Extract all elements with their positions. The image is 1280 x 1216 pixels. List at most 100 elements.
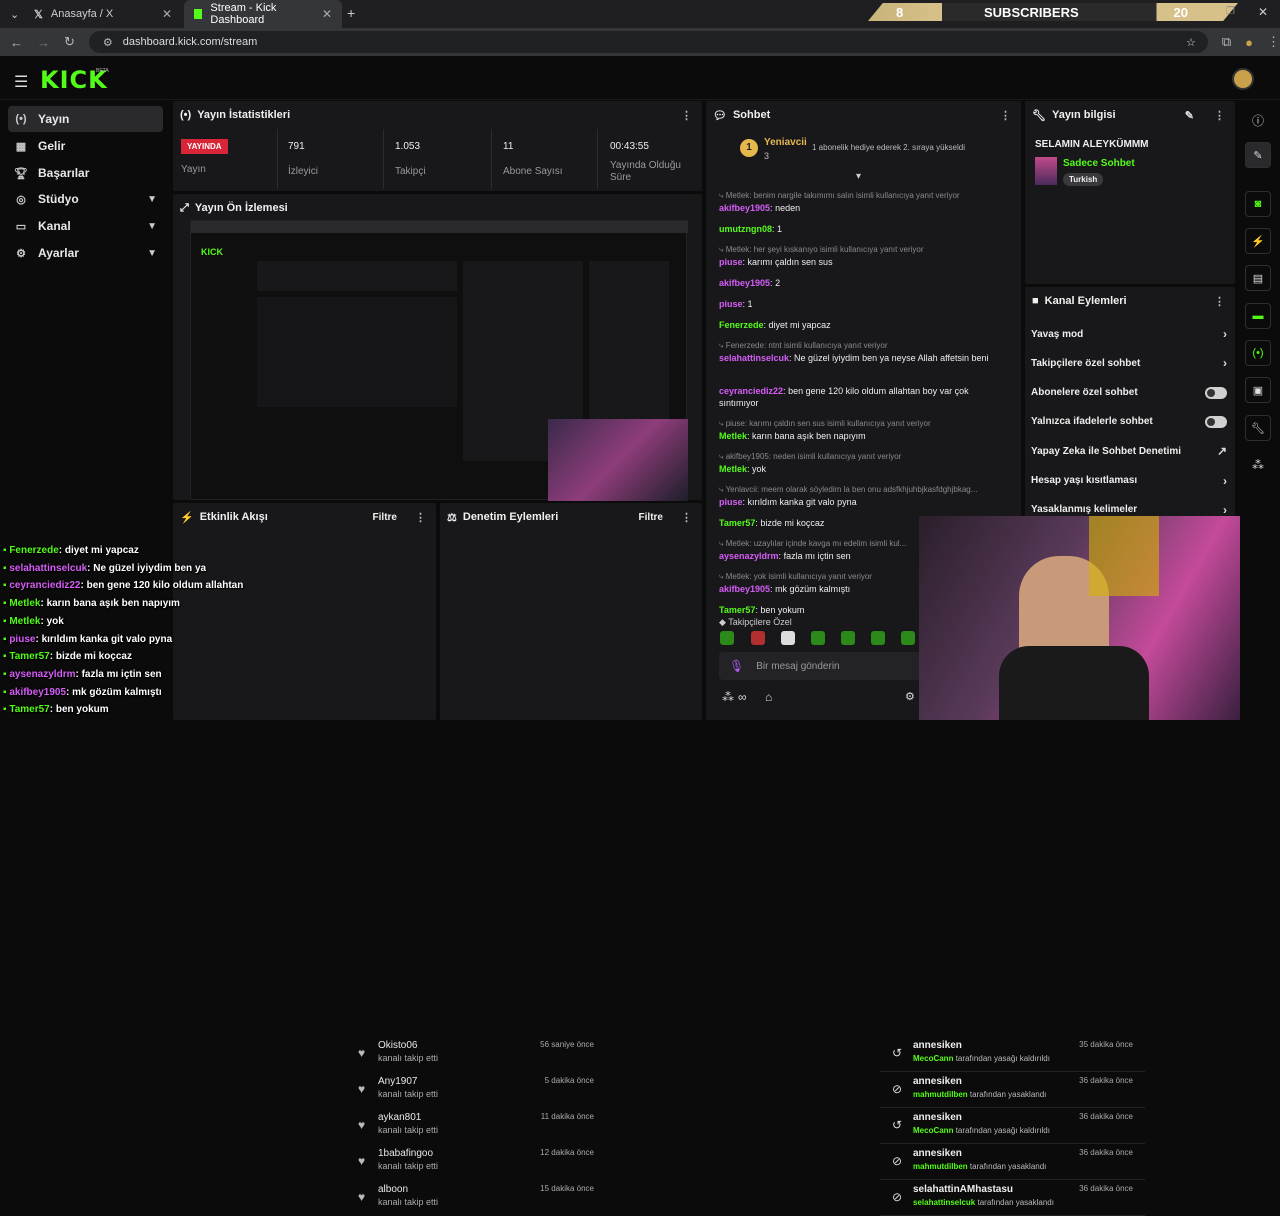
sidebar-item-studyo[interactable]: ◎ Stüdyo ▼ <box>8 186 163 212</box>
moderation-actor[interactable]: MecoCann <box>913 1126 953 1135</box>
emote-icon[interactable] <box>781 631 795 645</box>
tab-search-button[interactable]: ⌄ <box>0 0 24 28</box>
chat-settings-icon[interactable]: ⚙ <box>905 690 915 703</box>
chat-message[interactable]: Metlek: karın bana aşık ben napıyım <box>719 430 1009 442</box>
filter-button[interactable]: Filtre <box>373 512 397 523</box>
chat-message[interactable]: piuse: 1 <box>719 298 1009 310</box>
sidebar-item-kanal[interactable]: ▭ Kanal ▼ <box>8 213 163 239</box>
emote-icon[interactable] <box>720 631 734 645</box>
tag-badge[interactable]: Turkish <box>1063 173 1104 186</box>
more-icon[interactable]: ⋮ <box>681 109 692 122</box>
chat-username[interactable]: Metlek <box>719 464 747 474</box>
chat-username[interactable]: ceyranciediz22 <box>719 386 783 396</box>
activity-row[interactable]: ♥ aykan801 kanalı takip etti 11 dakika ö… <box>346 1108 606 1144</box>
avatar[interactable] <box>1232 68 1254 90</box>
tab-kick-dashboard[interactable]: Stream - Kick Dashboard ✕ <box>184 0 342 28</box>
moderation-actor[interactable]: MecoCann <box>913 1054 953 1063</box>
moderation-target[interactable]: selahattinAMhastasu <box>913 1184 1013 1195</box>
close-icon[interactable]: ✕ <box>162 7 172 21</box>
activity-row[interactable]: ♥ Any1907 kanalı takip etti 5 dakika önc… <box>346 1072 606 1108</box>
moderation-target[interactable]: annesiken <box>913 1112 962 1123</box>
dashboard-icon[interactable]: ▣ <box>1245 377 1271 403</box>
chat-message[interactable]: piuse: kırıldım kanka git valo pyna <box>719 496 1009 508</box>
moderation-actor[interactable]: selahattinselcuk <box>913 1198 975 1207</box>
emote-picker-icon[interactable]: ⁂ <box>722 690 734 704</box>
chat-username[interactable]: Tamer57 <box>719 518 755 528</box>
emote-icon[interactable] <box>871 631 885 645</box>
chevron-right-icon[interactable]: › <box>1223 503 1227 517</box>
channel-action-row[interactable]: Takipçilere özel sohbet › <box>1031 349 1227 377</box>
moderation-target[interactable]: annesiken <box>913 1148 962 1159</box>
microphone-icon[interactable]: 🎙︎ <box>729 659 744 673</box>
activity-user[interactable]: alboon <box>378 1184 408 1195</box>
moderation-actor[interactable]: mahmutdilben <box>913 1162 968 1171</box>
channel-action-row[interactable]: Abonelere özel sohbet <box>1031 379 1227 407</box>
external-link-icon[interactable]: ↗ <box>1217 444 1227 458</box>
chat-username[interactable]: akifbey1905 <box>719 584 770 594</box>
store-icon[interactable]: ⌂ <box>765 690 772 704</box>
chat-bubble-icon[interactable]: ▬ <box>1245 303 1271 329</box>
more-icon[interactable]: ⋮ <box>681 511 692 524</box>
more-icon[interactable]: ⋮ <box>1214 109 1225 122</box>
profile-icon[interactable]: ● <box>1245 35 1253 50</box>
chevron-right-icon[interactable]: › <box>1223 356 1227 370</box>
moderation-row[interactable]: ↺ annesiken MecoCann tarafından yasağı k… <box>880 1036 1145 1072</box>
chat-message[interactable]: piuse: karımı çaldın sen sus <box>719 256 1009 268</box>
info-icon[interactable]: ⓘ <box>1252 112 1264 129</box>
activity-row[interactable]: ♥ 1babafingoo kanalı takip etti 12 dakik… <box>346 1144 606 1180</box>
back-icon[interactable]: ← <box>10 35 23 50</box>
new-tab-icon[interactable]: + <box>347 5 355 21</box>
chat-username[interactable]: selahattinselcuk <box>719 353 789 363</box>
more-apps-icon[interactable]: ⁂ <box>1252 458 1264 472</box>
bookmark-star-icon[interactable]: ☆ <box>1186 36 1196 49</box>
lightning-icon[interactable]: ⚡ <box>1245 228 1271 254</box>
channel-action-row[interactable]: Hesap yaşı kısıtlaması › <box>1031 467 1227 495</box>
edit-icon[interactable]: ✎ <box>1185 109 1194 122</box>
activity-user[interactable]: Any1907 <box>378 1076 417 1087</box>
channel-action-row[interactable]: Yapay Zeka ile Sohbet Denetimi ↗ <box>1031 437 1227 465</box>
filter-button[interactable]: Filtre <box>639 512 663 523</box>
chevron-right-icon[interactable]: › <box>1223 327 1227 341</box>
chat-username[interactable]: piuse <box>719 257 743 267</box>
moderation-target[interactable]: annesiken <box>913 1040 962 1051</box>
site-info-icon[interactable]: ⚙ <box>103 36 113 49</box>
chat-message[interactable]: akifbey1905: 2 <box>719 277 1009 289</box>
chat-message[interactable]: selahattinselcuk: Ne güzel iyiydim ben y… <box>719 352 1009 364</box>
close-window-icon[interactable]: ✕ <box>1258 5 1268 19</box>
forward-icon[interactable]: → <box>37 35 50 50</box>
chat-username[interactable]: aysenazyldrm <box>719 551 779 561</box>
document-icon[interactable]: ▤ <box>1245 265 1271 291</box>
emote-icon[interactable] <box>841 631 855 645</box>
more-icon[interactable]: ⋮ <box>1000 109 1011 122</box>
wrench-icon[interactable]: 🔧︎ <box>1245 415 1271 441</box>
emote-icon[interactable] <box>811 631 825 645</box>
moderation-actor[interactable]: mahmutdilben <box>913 1090 968 1099</box>
sidebar-item-gelir[interactable]: ▦ Gelir <box>8 133 163 159</box>
hamburger-icon[interactable]: ☰ <box>14 72 28 92</box>
chat-message[interactable]: umutzngn08: 1 <box>719 223 1009 235</box>
collapse-icon[interactable]: ▾ <box>856 171 861 182</box>
toggle-switch[interactable] <box>1205 386 1227 399</box>
chat-username[interactable]: umutzngn08 <box>719 224 772 234</box>
edit-tool-icon[interactable]: ✎ <box>1245 142 1271 168</box>
chat-message[interactable]: Metlek: yok <box>719 463 1009 475</box>
chat-username[interactable]: Metlek <box>719 431 747 441</box>
capture-icon[interactable]: ◙ <box>1245 191 1271 217</box>
chat-username[interactable]: piuse <box>719 299 743 309</box>
close-icon[interactable]: ✕ <box>322 7 332 21</box>
channel-action-row[interactable]: Yalnızca ifadelerle sohbet <box>1031 408 1227 436</box>
activity-user[interactable]: 1babafingoo <box>378 1148 433 1159</box>
more-icon[interactable]: ⋮ <box>1214 295 1225 308</box>
sidebar-item-ayarlar[interactable]: ⚙ Ayarlar ▼ <box>8 240 163 266</box>
chat-username[interactable]: akifbey1905 <box>719 278 770 288</box>
chat-username[interactable]: Tamer57 <box>719 605 755 615</box>
url-field[interactable]: ⚙ dashboard.kick.com/stream ☆ <box>88 31 1208 53</box>
activity-row[interactable]: ♥ alboon kanalı takip etti 15 dakika önc… <box>346 1180 606 1216</box>
tab-x[interactable]: 𝕏 Anasayfa / X ✕ <box>24 0 182 28</box>
extensions-icon[interactable]: ⧉ <box>1222 34 1231 50</box>
chevron-right-icon[interactable]: › <box>1223 474 1227 488</box>
emote-icon[interactable] <box>901 631 915 645</box>
moderation-target[interactable]: annesiken <box>913 1076 962 1087</box>
activity-user[interactable]: Okisto06 <box>378 1040 417 1051</box>
chat-message[interactable]: akifbey1905: neden <box>719 202 1009 214</box>
